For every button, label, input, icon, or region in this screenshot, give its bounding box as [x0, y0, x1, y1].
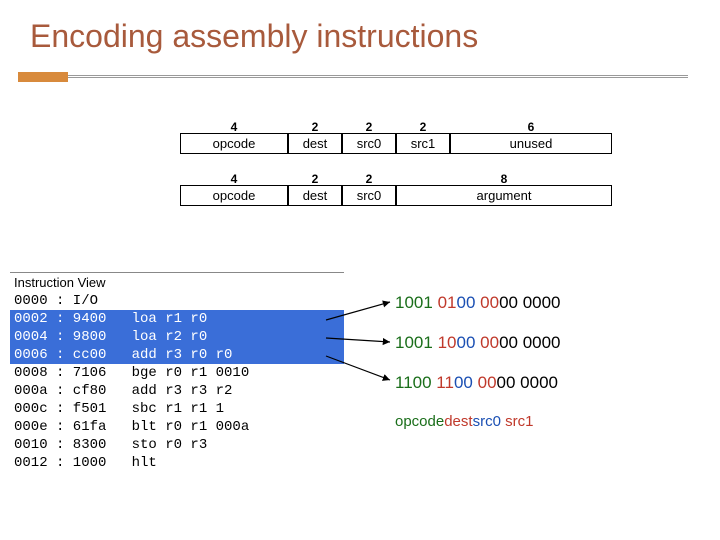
binary-legend: opcodedestsrc0 src1: [395, 412, 561, 432]
field2-dest: dest: [288, 185, 342, 206]
bits-unused: 6: [450, 120, 612, 134]
instruction-row: 000e : 61fa blt r0 r1 000a: [10, 418, 344, 436]
bits-opcode: 4: [180, 120, 288, 134]
field2-src0: src0: [342, 185, 396, 206]
binary-breakdown: 1001 0100 0000 0000 1001 1000 0000 0000 11…: [395, 292, 561, 432]
encoding-formats: 4 2 2 2 6 opcode dest src0 src1 unused 4…: [180, 120, 612, 206]
bits-src1: 2: [396, 120, 450, 134]
instruction-view-header: Instruction View: [10, 273, 344, 292]
field-src0: src0: [342, 133, 396, 154]
bits2-dest: 2: [288, 172, 342, 186]
legend-src1: src1: [505, 413, 533, 430]
instruction-row: 0012 : 1000 hlt: [10, 454, 344, 472]
accent-bar: [0, 72, 720, 82]
instruction-row: 000c : f501 sbc r1 r1 1: [10, 400, 344, 418]
binary-row: 1001 0100 0000 0000: [395, 292, 561, 314]
legend-opcode: opcode: [395, 413, 444, 430]
bits2-arg: 8: [396, 172, 612, 186]
instruction-row: 0006 : cc00 add r3 r0 r0: [10, 346, 344, 364]
bits-dest: 2: [288, 120, 342, 134]
bits-src0: 2: [342, 120, 396, 134]
instruction-row: 0004 : 9800 loa r2 r0: [10, 328, 344, 346]
instruction-row: 0010 : 8300 sto r0 r3: [10, 436, 344, 454]
field-unused: unused: [450, 133, 612, 154]
slide-title: Encoding assembly instructions: [0, 0, 720, 55]
bits2-src0: 2: [342, 172, 396, 186]
field-dest: dest: [288, 133, 342, 154]
instruction-row: 0002 : 9400 loa r1 r0: [10, 310, 344, 328]
binary-row: 1001 1000 0000 0000: [395, 332, 561, 354]
bits2-opcode: 4: [180, 172, 288, 186]
instruction-row: 0008 : 7106 bge r0 r1 0010: [10, 364, 344, 382]
field2-opcode: opcode: [180, 185, 288, 206]
field-opcode: opcode: [180, 133, 288, 154]
instruction-row: 0000 : I/O: [10, 292, 344, 310]
instruction-view-panel: Instruction View 0000 : I/O 0002 : 9400 …: [10, 272, 344, 472]
legend-dest: dest: [444, 413, 472, 430]
legend-src0: src0: [473, 413, 501, 430]
field-src1: src1: [396, 133, 450, 154]
binary-row: 1100 1100 0000 0000: [395, 372, 561, 394]
field2-arg: argument: [396, 185, 612, 206]
instruction-row: 000a : cf80 add r3 r3 r2: [10, 382, 344, 400]
